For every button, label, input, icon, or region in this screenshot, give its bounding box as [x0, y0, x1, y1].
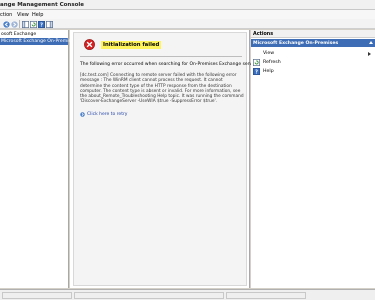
- status-bar: [0, 289, 375, 300]
- status-pane-left: [2, 292, 72, 299]
- console-tree: osoft Exchange Microsoft Exchange On-Pre…: [0, 30, 76, 288]
- menu-help[interactable]: Help: [32, 12, 43, 18]
- divider: [80, 56, 242, 57]
- help-icon: ?: [253, 68, 260, 75]
- help-icon: ?: [37, 20, 45, 28]
- error-icon: [84, 39, 95, 50]
- retry-link[interactable]: Click here to retry: [87, 112, 127, 117]
- retry-link-row[interactable]: Click here to retry: [80, 112, 127, 117]
- actions-header: Actions: [251, 30, 375, 38]
- back-button[interactable]: [2, 20, 10, 28]
- error-detail: [dc.test.com] Connecting to remote serve…: [80, 73, 244, 105]
- retry-arrow-icon: [80, 112, 85, 117]
- refresh-icon: [253, 59, 260, 66]
- actions-section-title: Microsoft Exchange On-Premises: [253, 40, 339, 46]
- forward-icon: [10, 20, 18, 28]
- collapse-caret-icon[interactable]: [369, 41, 373, 44]
- menu-action[interactable]: ction: [0, 12, 12, 18]
- toolbar: ?: [0, 19, 375, 29]
- refresh-icon: [29, 20, 37, 28]
- status-pane-middle: [74, 292, 224, 299]
- action-view-label: View: [263, 51, 275, 56]
- submenu-arrow-icon: [368, 52, 371, 56]
- svg-text:?: ?: [40, 22, 43, 27]
- action-help-label: Help: [263, 69, 274, 74]
- action-view[interactable]: View: [251, 49, 375, 58]
- svg-text:?: ?: [255, 70, 258, 75]
- forward-button[interactable]: [10, 20, 18, 28]
- help-button[interactable]: ?: [37, 20, 45, 28]
- action-refresh[interactable]: Refresh: [251, 58, 375, 67]
- tree-item-microsoft-exchange[interactable]: osoft Exchange: [0, 31, 68, 38]
- action-pane-button[interactable]: [45, 20, 53, 28]
- actions-section-header[interactable]: Microsoft Exchange On-Premises: [251, 39, 375, 47]
- result-pane: Initialization failed The following erro…: [70, 30, 259, 288]
- action-help[interactable]: ? Help: [251, 67, 375, 76]
- actions-header-label: Actions: [253, 31, 274, 37]
- show-hide-tree-icon: [21, 20, 29, 28]
- toolbar-separator: [19, 20, 20, 28]
- action-pane-icon: [45, 20, 53, 28]
- back-icon: [2, 20, 10, 28]
- tree-item-exchange-on-premises[interactable]: Microsoft Exchange On-Premises: [0, 38, 76, 45]
- action-refresh-label: Refresh: [263, 60, 281, 65]
- status-pane-right: [226, 292, 306, 299]
- error-panel: Initialization failed The following erro…: [73, 32, 259, 286]
- menu-view[interactable]: View: [17, 12, 29, 18]
- actions-pane: Actions Microsoft Exchange On-Premises V…: [251, 30, 375, 288]
- show-hide-tree-button[interactable]: [21, 20, 29, 28]
- error-title: Initialization failed: [101, 41, 162, 49]
- window-title: ange Management Console: [0, 2, 85, 8]
- refresh-button[interactable]: [29, 20, 37, 28]
- error-description: The following error occurred when search…: [80, 62, 259, 67]
- title-bar: ange Management Console: [0, 0, 375, 10]
- menu-bar: ction View Help: [0, 10, 375, 19]
